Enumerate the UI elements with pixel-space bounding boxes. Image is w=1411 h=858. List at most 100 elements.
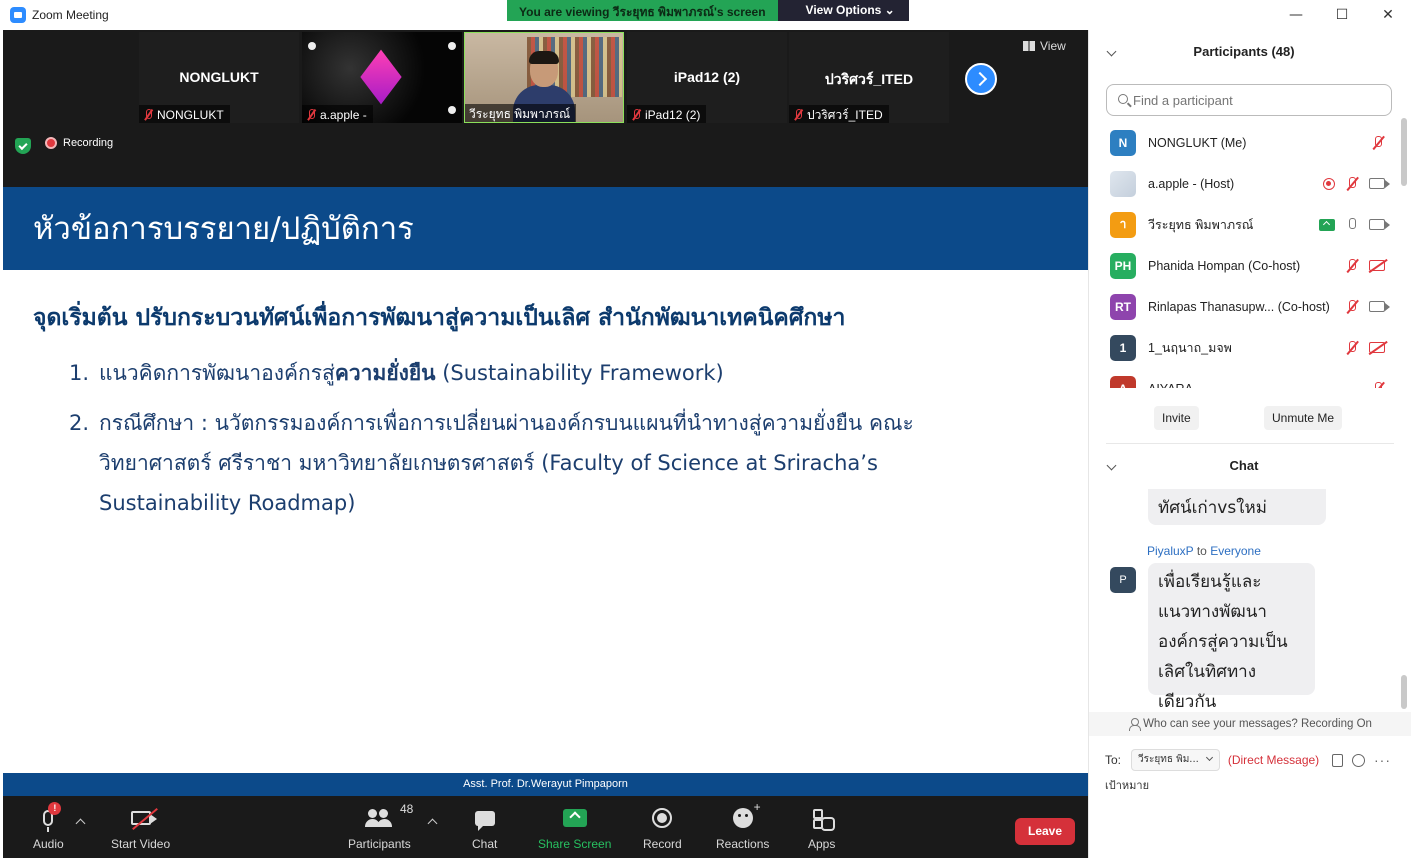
chat-message-input[interactable] — [1105, 778, 1395, 791]
tile-label: NONGLUKT — [139, 105, 230, 123]
more-icon[interactable]: ··· — [1374, 752, 1391, 768]
file-icon[interactable] — [1332, 753, 1343, 767]
chat-message-previous: ทัศน์เก่าvsใหม่ — [1148, 489, 1326, 525]
mic-off-icon[interactable] — [1345, 258, 1359, 273]
record-button[interactable]: Record — [643, 804, 682, 851]
chat-scrollbar[interactable] — [1401, 675, 1407, 709]
participant-status — [1345, 299, 1390, 314]
participants-icon — [365, 809, 391, 827]
participant-row[interactable]: PH Phanida Hompan (Co-host) — [1089, 245, 1394, 286]
tile-name: NONGLUKT — [179, 69, 259, 85]
recording-indicator[interactable]: Recording — [45, 137, 113, 149]
participant-name: วีระยุทธ พิมพาภรณ์ — [1148, 217, 1254, 232]
mic-off-icon — [143, 109, 153, 121]
participant-row[interactable]: N NONGLUKT (Me) — [1089, 122, 1394, 163]
participant-row[interactable]: า วีระยุทธ พิมพาภรณ์ — [1089, 204, 1394, 245]
tile-label: วีระยุทธ พิมพาภรณ์ — [465, 104, 577, 122]
mic-off-icon[interactable] — [1345, 299, 1359, 314]
mic-off-icon[interactable] — [1371, 135, 1385, 150]
next-page-arrow-icon[interactable] — [965, 63, 997, 95]
video-icon[interactable] — [1369, 178, 1390, 189]
share-screen-icon — [562, 809, 587, 827]
video-tile-ited[interactable]: ปวริศวร์_ITED ปวริศวร์_ITED — [789, 32, 949, 123]
slide-title-banner: หัวข้อการบรรยาย/ปฏิบัติการ — [3, 187, 1088, 270]
unmute-me-button[interactable]: Unmute Me — [1264, 406, 1343, 430]
mic-off-icon[interactable] — [1371, 381, 1385, 388]
person-icon — [1129, 718, 1142, 731]
mic-off-icon — [306, 109, 316, 121]
participant-name: Rinlapas Thanasupw... (Co-host) — [1148, 299, 1330, 314]
mic-on-icon[interactable] — [1345, 217, 1359, 232]
dot-icon — [448, 106, 456, 114]
audio-options-chevron-icon[interactable] — [75, 818, 86, 829]
video-tile-nonglukt[interactable]: NONGLUKT NONGLUKT — [139, 32, 299, 123]
sender-name[interactable]: PiyaluxP — [1147, 544, 1193, 558]
apps-button[interactable]: Apps — [808, 804, 835, 851]
close-button[interactable]: ✕ — [1365, 0, 1411, 30]
mic-off-icon — [631, 109, 641, 121]
recipient-select[interactable]: วีระยุทธ พิม... — [1131, 749, 1220, 771]
participants-header: Participants (48) — [1193, 44, 1295, 59]
participant-name: AIYARA — [1148, 382, 1193, 389]
sharing-icon — [1319, 218, 1335, 231]
grid-view-icon — [1023, 41, 1035, 51]
slide-list-item: 2. กรณีศึกษา : นวัตกรรมองค์การเพื่อการเป… — [69, 411, 914, 515]
view-options-button[interactable]: View Options ⌄ — [777, 0, 909, 21]
participant-status — [1345, 340, 1385, 355]
video-gallery-strip: NONGLUKT NONGLUKT a.apple - วีระยุทธ พิม… — [3, 30, 1088, 187]
participant-status — [1323, 176, 1390, 191]
emoji-icon[interactable] — [1352, 753, 1365, 767]
side-panel: Participants (48) N NONGLUKT (Me) a.apple … — [1088, 30, 1411, 858]
participant-search-input[interactable] — [1133, 92, 1373, 108]
recipient-name: Everyone — [1210, 544, 1261, 558]
participant-status — [1345, 258, 1385, 273]
start-video-button[interactable]: Start Video — [111, 804, 170, 851]
viewing-screen-notice: You are viewing วีระยุทธ พิมพาภรณ์'s scr… — [507, 0, 778, 21]
minimize-button[interactable]: — — [1273, 0, 1319, 30]
panel-divider — [1106, 443, 1394, 444]
participant-row[interactable]: 1 1_นฤนาถ_มจพ — [1089, 327, 1394, 368]
who-can-see-messages[interactable]: Who can see your messages? Recording On — [1089, 712, 1411, 736]
security-shield-icon[interactable] — [15, 138, 31, 154]
participant-status — [1319, 217, 1390, 232]
invite-button[interactable]: Invite — [1154, 406, 1199, 430]
participant-row[interactable]: RT Rinlapas Thanasupw... (Co-host) — [1089, 286, 1394, 327]
video-icon[interactable] — [1369, 301, 1390, 312]
maximize-button[interactable]: ☐ — [1319, 0, 1365, 30]
video-off-icon[interactable] — [1369, 342, 1385, 353]
record-icon — [652, 808, 673, 828]
audio-button[interactable]: ! Audio — [33, 802, 64, 851]
dot-icon — [448, 42, 456, 50]
slide-heading: จุดเริ่มต้น ปรับกระบวนทัศน์เพื่อการพัฒนา… — [33, 305, 846, 331]
tile-label: iPad12 (2) — [627, 105, 707, 123]
direct-message-label: (Direct Message) — [1227, 753, 1320, 767]
chat-button[interactable]: Chat — [472, 804, 497, 851]
mic-off-icon — [793, 109, 803, 121]
slide-list: 1. แนวคิดการพัฒนาองค์กรสู่ความยั่งยืน (S… — [69, 353, 989, 533]
reactions-button[interactable]: Reactions — [716, 800, 769, 851]
video-off-icon[interactable] — [1369, 260, 1385, 271]
video-icon[interactable] — [1369, 219, 1390, 230]
participants-scrollbar[interactable] — [1401, 118, 1407, 186]
mic-off-icon[interactable] — [1345, 176, 1359, 191]
video-tile-ipad12[interactable]: iPad12 (2) iPad12 (2) — [627, 32, 787, 123]
video-tile-active-speaker[interactable]: วีระยุทธ พิมพาภรณ์ — [464, 32, 624, 123]
share-screen-button[interactable]: Share Screen — [538, 804, 611, 851]
video-tile-a-apple[interactable]: a.apple - — [302, 32, 462, 123]
meeting-toolbar: ! Audio Start Video 48 Participants Chat… — [3, 796, 1088, 858]
participant-row[interactable]: A AIYARA — [1089, 368, 1394, 388]
slide-title: หัวข้อการบรรยาย/ปฏิบัติการ — [33, 211, 414, 247]
chat-bubble-icon — [474, 810, 495, 831]
tile-label: ปวริศวร์_ITED — [789, 105, 889, 123]
participant-search[interactable] — [1106, 84, 1392, 116]
participants-button[interactable]: 48 Participants — [348, 802, 413, 851]
view-button[interactable]: View — [1023, 39, 1066, 53]
mic-off-icon[interactable] — [1345, 340, 1359, 355]
chat-header: Chat — [1229, 458, 1259, 473]
video-off-icon — [130, 811, 157, 825]
zoom-logo-icon — [10, 7, 26, 23]
participants-options-chevron-icon[interactable] — [427, 818, 438, 829]
tile-label: a.apple - — [302, 105, 373, 123]
leave-button[interactable]: Leave — [1015, 818, 1075, 845]
participant-row[interactable]: a.apple - (Host) — [1089, 163, 1394, 204]
